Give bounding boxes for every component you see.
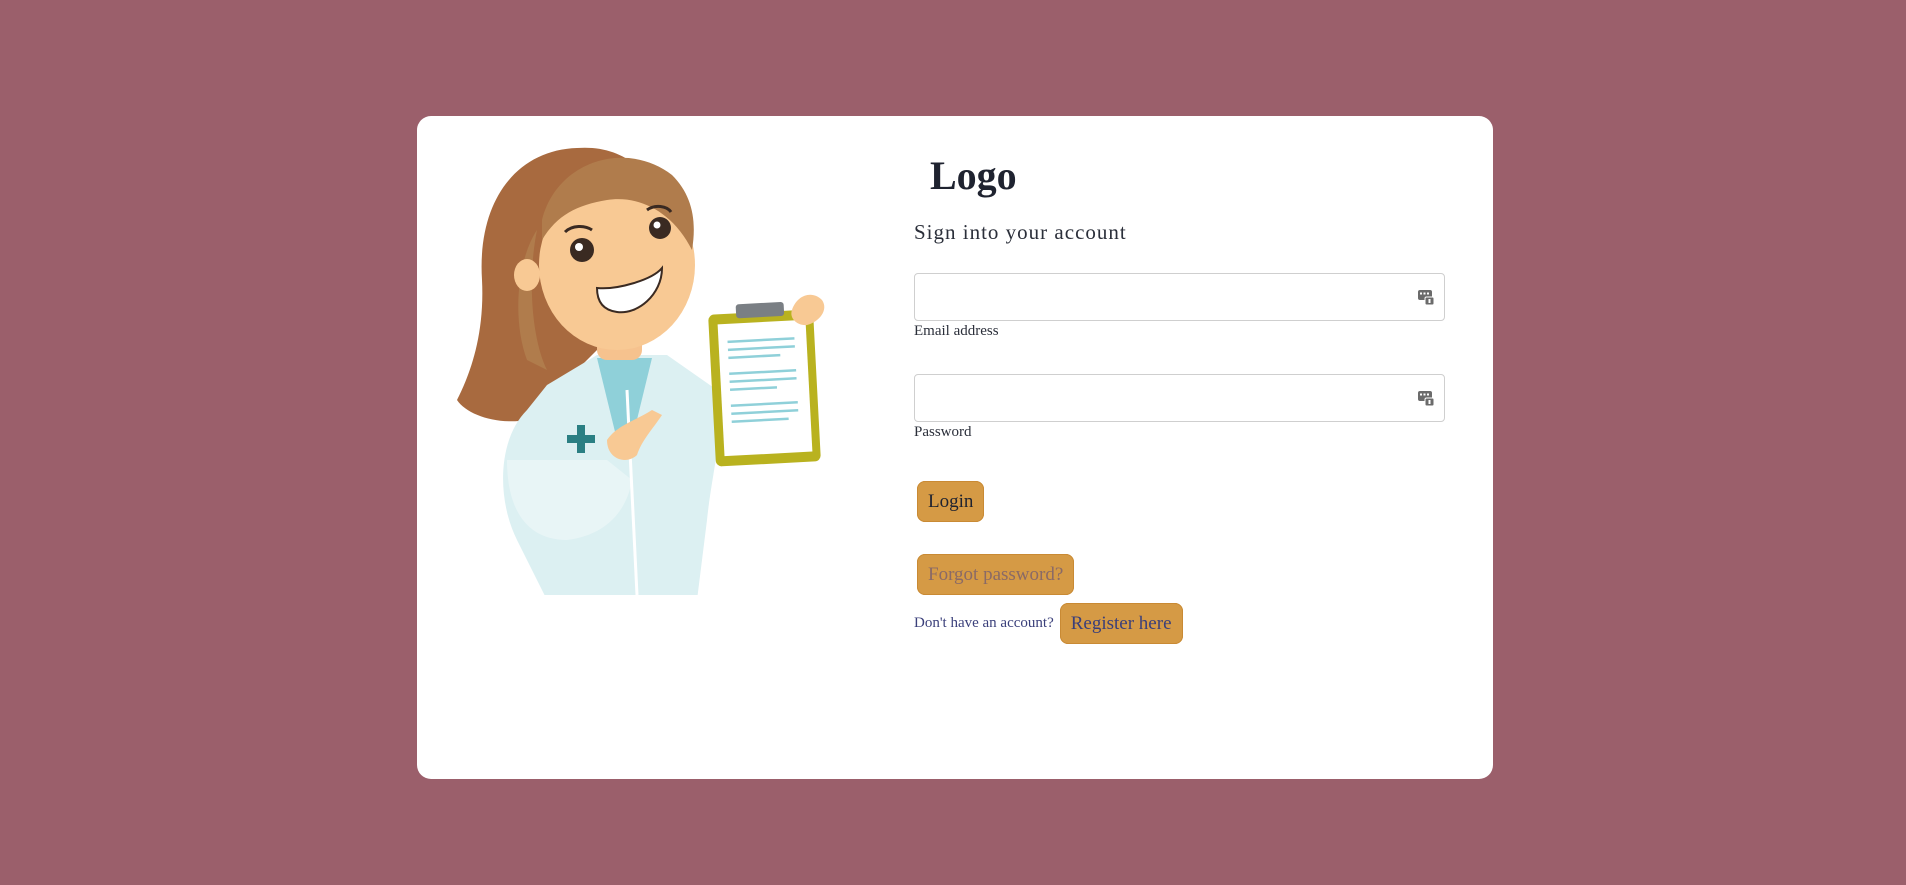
login-card: Logo Sign into your account Email addres… <box>417 116 1493 779</box>
password-label: Password <box>914 424 972 440</box>
password-field-group: Password <box>914 374 1445 441</box>
register-prompt: Don't have an account? <box>914 615 1054 631</box>
email-label: Email address <box>914 323 999 339</box>
forgot-row: Forgot password? <box>914 554 1445 595</box>
password-field[interactable] <box>914 374 1445 422</box>
logo: Logo <box>930 153 1017 198</box>
forgot-password-button[interactable]: Forgot password? <box>917 554 1075 595</box>
login-button[interactable]: Login <box>917 481 985 522</box>
page-subtitle: Sign into your account <box>914 220 1127 244</box>
login-form: Logo Sign into your account Email addres… <box>914 156 1445 644</box>
password-manager-icon[interactable] <box>1417 288 1435 306</box>
register-row: Don't have an account? Register here <box>914 603 1445 644</box>
email-field-group: Email address <box>914 273 1445 340</box>
doctor-illustration <box>457 147 825 595</box>
email-field[interactable] <box>914 273 1445 321</box>
register-button[interactable]: Register here <box>1059 603 1183 644</box>
password-manager-icon[interactable] <box>1417 389 1435 407</box>
